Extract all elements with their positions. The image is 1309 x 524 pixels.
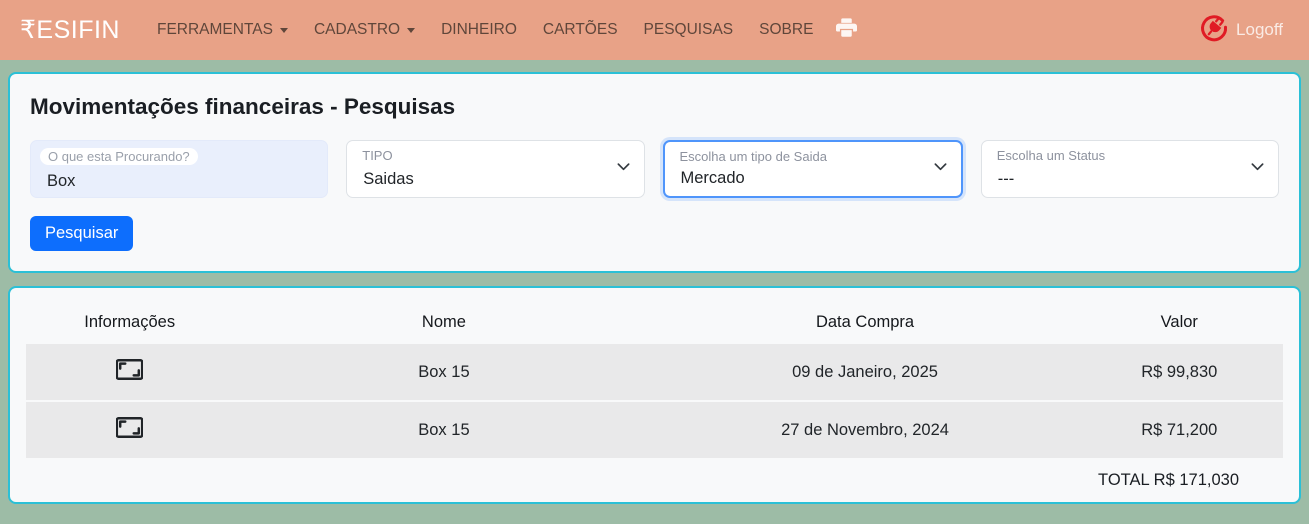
nav-item-label: DINHEIRO <box>441 21 517 39</box>
cell-nome: Box 15 <box>233 421 654 440</box>
search-panel: Movimentações financeiras - Pesquisas O … <box>8 72 1301 273</box>
nav-item-pesquisas[interactable]: PESQUISAS <box>631 13 747 47</box>
row-details-button[interactable] <box>114 354 145 390</box>
table-row: Box 15 27 de Novembro, 2024 R$ 71,200 <box>26 402 1283 458</box>
search-field-label: O que esta Procurando? <box>40 148 198 165</box>
logoff-button[interactable]: Logoff <box>1199 13 1283 48</box>
nav-item-ferramentas[interactable]: FERRAMENTAS <box>144 13 301 47</box>
status-select-value: --- <box>998 170 1014 189</box>
cell-data-compra: 09 de Janeiro, 2025 <box>654 363 1075 382</box>
chevron-down-icon <box>616 159 631 179</box>
logoff-label: Logoff <box>1236 20 1283 40</box>
results-panel: Informações Nome Data Compra Valor Box 1… <box>8 286 1301 504</box>
chevron-down-icon <box>407 28 415 33</box>
search-fields-row: O que esta Procurando? TIPO Saidas Escol… <box>30 140 1279 198</box>
column-header-valor: Valor <box>1076 313 1283 332</box>
nav-item-label: PESQUISAS <box>644 21 734 39</box>
column-header-informacoes: Informações <box>26 313 233 332</box>
cell-data-compra: 27 de Novembro, 2024 <box>654 421 1075 440</box>
total-value: TOTAL R$ 171,030 <box>26 460 1283 492</box>
tipo-saida-select[interactable]: Escolha um tipo de Saida Mercado <box>663 140 963 198</box>
expand-icon <box>116 414 143 446</box>
tipo-select-label: TIPO <box>362 148 392 163</box>
power-plug-icon <box>1199 13 1229 48</box>
status-select-label: Escolha um Status <box>997 148 1105 163</box>
nav-item-label: CARTÕES <box>543 21 618 39</box>
nav-item-label: FERRAMENTAS <box>157 21 273 39</box>
top-navbar: ₹ESIFIN FERRAMENTAS CADASTRO DINHEIRO CA… <box>0 0 1309 60</box>
tipo-saida-select-value: Mercado <box>681 169 745 188</box>
expand-icon <box>116 356 143 388</box>
nav-item-label: SOBRE <box>759 21 813 39</box>
search-text-field[interactable]: O que esta Procurando? <box>30 140 328 198</box>
chevron-down-icon <box>933 159 948 179</box>
nav-item-cartoes[interactable]: CARTÕES <box>530 13 631 47</box>
nav-item-sobre[interactable]: SOBRE <box>746 13 826 47</box>
pesquisar-button[interactable]: Pesquisar <box>30 216 133 251</box>
nav-item-label: CADASTRO <box>314 21 400 39</box>
tipo-select[interactable]: TIPO Saidas <box>346 140 644 198</box>
nav-item-cadastro[interactable]: CADASTRO <box>301 13 428 47</box>
tipo-select-value: Saidas <box>363 170 413 189</box>
nav-links: FERRAMENTAS CADASTRO DINHEIRO CARTÕES PE… <box>144 11 867 49</box>
column-header-data-compra: Data Compra <box>654 313 1075 332</box>
print-button[interactable] <box>826 11 867 49</box>
table-row: Box 15 09 de Janeiro, 2025 R$ 99,830 <box>26 344 1283 400</box>
cell-valor: R$ 99,830 <box>1076 363 1283 382</box>
table-header-row: Informações Nome Data Compra Valor <box>26 300 1283 344</box>
page-title: Movimentações financeiras - Pesquisas <box>30 94 1279 120</box>
tipo-saida-select-label: Escolha um tipo de Saida <box>680 149 827 164</box>
column-header-nome: Nome <box>233 313 654 332</box>
search-input[interactable] <box>47 172 269 191</box>
nav-item-dinheiro[interactable]: DINHEIRO <box>428 13 530 47</box>
cell-nome: Box 15 <box>233 363 654 382</box>
chevron-down-icon <box>280 28 288 33</box>
chevron-down-icon <box>1250 159 1265 179</box>
cell-valor: R$ 71,200 <box>1076 421 1283 440</box>
row-details-button[interactable] <box>114 412 145 448</box>
brand-logo[interactable]: ₹ESIFIN <box>20 15 120 45</box>
status-select[interactable]: Escolha um Status --- <box>981 140 1279 198</box>
printer-icon <box>836 17 857 43</box>
